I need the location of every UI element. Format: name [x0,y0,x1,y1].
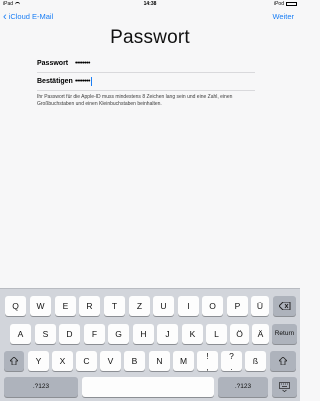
key-exclam[interactable]: ! , [197,351,218,372]
page-title: Passwort [110,27,190,48]
backspace-icon [277,301,290,311]
return-key[interactable]: Return [272,324,297,344]
key-l[interactable]: L [206,324,227,344]
password-row[interactable]: Passwort •••••••• [37,55,255,73]
key-ae[interactable]: Ä [252,324,269,344]
key-h[interactable]: H [133,324,154,344]
key-period-label: . [230,362,233,372]
key-c[interactable]: C [76,351,97,371]
numbers-key-left[interactable]: .?123 [4,377,78,397]
status-right: iPod [274,0,297,8]
password-field[interactable]: •••••••• [75,60,90,67]
key-y[interactable]: Y [28,351,49,371]
confirm-label: Bestätigen [37,78,73,85]
key-k[interactable]: K [182,324,203,344]
key-u[interactable]: U [153,296,174,316]
shift-key-right[interactable] [270,351,296,371]
key-question[interactable]: ? . [221,351,242,372]
key-q[interactable]: Q [5,296,26,316]
space-key[interactable] [82,377,214,397]
numbers-key-right[interactable]: .?123 [218,377,268,397]
key-comma-label: , [206,362,209,372]
confirm-field[interactable]: •••••••• [75,77,92,86]
key-a[interactable]: A [10,324,31,344]
shift-arrow-icon [9,356,19,366]
password-form: Passwort •••••••• Bestätigen •••••••• [37,55,255,91]
key-p[interactable]: P [227,296,248,316]
password-hint: Ihr Passwort für die Apple-ID muss minde… [37,94,233,107]
shift-arrow-icon [278,356,288,366]
password-label: Passwort [37,60,69,67]
key-t[interactable]: T [104,296,125,316]
key-z[interactable]: Z [129,296,150,316]
delete-key[interactable] [273,296,296,316]
back-label: iCloud E-Mail [8,12,54,21]
key-j[interactable]: J [157,324,178,344]
chevron-left-icon: ‹ [3,11,7,23]
key-d[interactable]: D [59,324,80,344]
key-r[interactable]: R [79,296,100,316]
nav-bar: ‹ iCloud E-Mail Weiter [0,8,300,26]
key-x[interactable]: X [52,351,73,371]
keyboard-hide-icon [279,382,290,392]
key-oe[interactable]: Ö [230,324,249,344]
key-ue[interactable]: Ü [251,296,269,316]
shift-key-left[interactable] [4,351,24,371]
key-question-label: ? [229,351,234,361]
key-s[interactable]: S [35,324,56,344]
clock: 14:38 [143,1,157,7]
text-cursor [90,77,92,86]
next-button[interactable]: Weiter [272,8,294,26]
key-m[interactable]: M [173,351,194,371]
key-w[interactable]: W [30,296,51,316]
key-e[interactable]: E [55,296,76,316]
key-n[interactable]: N [149,351,170,371]
back-button[interactable]: ‹ iCloud E-Mail [3,8,53,26]
keyboard: Q W E R T Z U I O P Ü A S D F G H J K L … [0,288,300,401]
key-sz[interactable]: ß [245,351,266,371]
key-g[interactable]: G [108,324,129,344]
key-exclam-label: ! [206,351,209,361]
key-v[interactable]: V [100,351,121,371]
key-o[interactable]: O [202,296,223,316]
key-f[interactable]: F [84,324,105,344]
key-b[interactable]: B [124,351,145,371]
hide-keyboard-key[interactable] [272,377,297,397]
confirm-value: •••••••• [75,78,90,85]
key-i[interactable]: I [178,296,199,316]
battery-icon [286,2,297,6]
confirm-row[interactable]: Bestätigen •••••••• [37,73,255,91]
status-right-label: iPod [273,1,284,7]
status-bar: iPad 14:38 iPod [0,0,300,8]
